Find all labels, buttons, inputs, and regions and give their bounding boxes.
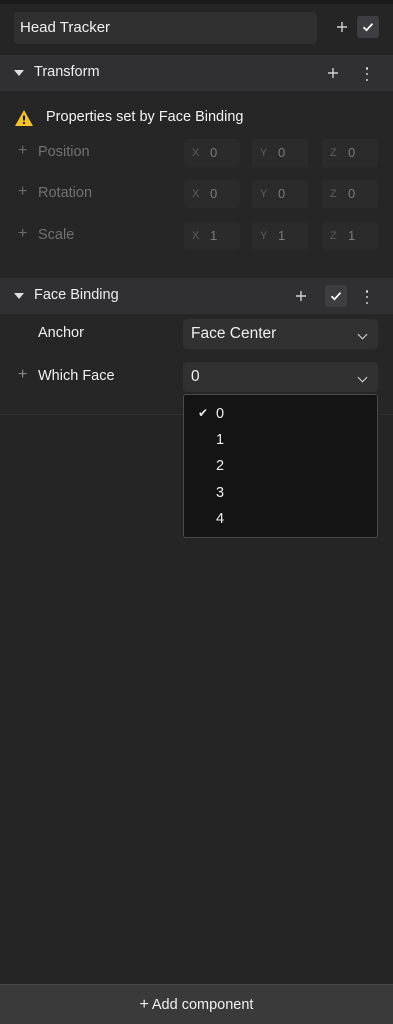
scale-row: + Scale X1 Y1 Z1 xyxy=(0,222,393,250)
rotation-label: Rotation xyxy=(38,185,93,201)
face-binding-more-icon[interactable] xyxy=(365,290,369,304)
object-enabled-checkbox[interactable] xyxy=(357,16,379,38)
object-name-field[interactable]: Head Tracker xyxy=(14,12,317,44)
add-component-button[interactable]: + Add component xyxy=(0,984,393,1024)
menu-option-4[interactable]: 4 xyxy=(184,507,377,533)
which-face-dropdown[interactable]: 0 xyxy=(183,362,378,392)
which-face-menu: ✔ 0 1 2 3 4 xyxy=(183,394,378,538)
plus-icon[interactable]: + xyxy=(18,142,27,160)
scale-x-field[interactable]: X1 xyxy=(184,222,240,250)
checkmark-icon: ✔ xyxy=(198,406,209,420)
transform-more-icon[interactable] xyxy=(365,67,369,81)
menu-option-3[interactable]: 3 xyxy=(184,481,377,507)
checkmark-icon xyxy=(330,292,342,301)
position-x-field[interactable]: X0 xyxy=(184,139,240,167)
face-binding-warning: Properties set by Face Binding xyxy=(14,108,374,128)
face-binding-enabled-checkbox[interactable] xyxy=(325,285,347,307)
chevron-down-icon xyxy=(357,372,368,383)
face-binding-add-icon[interactable] xyxy=(290,285,312,307)
warning-icon xyxy=(15,110,33,126)
face-binding-header[interactable]: Face Binding xyxy=(0,278,393,314)
rotation-row: + Rotation X0 Y0 Z0 xyxy=(0,180,393,208)
chevron-down-icon xyxy=(357,329,368,340)
add-component-label: Add component xyxy=(151,997,254,1013)
collapse-caret-icon[interactable] xyxy=(14,70,24,76)
position-label: Position xyxy=(38,144,90,160)
menu-option-1[interactable]: 1 xyxy=(184,428,377,454)
position-y-field[interactable]: Y0 xyxy=(252,139,308,167)
add-icon[interactable] xyxy=(331,16,353,38)
face-binding-title: Face Binding xyxy=(34,287,119,303)
object-header: Head Tracker xyxy=(0,0,393,48)
which-face-label: Which Face xyxy=(38,368,115,384)
anchor-label: Anchor xyxy=(38,325,84,341)
scale-z-field[interactable]: Z1 xyxy=(322,222,378,250)
position-row: + Position X0 Y0 Z0 xyxy=(0,139,393,167)
menu-option-0[interactable]: ✔ 0 xyxy=(184,402,377,428)
plus-icon[interactable]: + xyxy=(18,183,27,201)
plus-icon[interactable]: + xyxy=(18,225,27,243)
rotation-z-field[interactable]: Z0 xyxy=(322,180,378,208)
transform-header[interactable]: Transform xyxy=(0,55,393,91)
warning-text: Properties set by Face Binding xyxy=(46,109,244,125)
transform-add-icon[interactable] xyxy=(322,62,344,84)
transform-title: Transform xyxy=(34,64,100,80)
rotation-x-field[interactable]: X0 xyxy=(184,180,240,208)
plus-icon[interactable]: + xyxy=(18,366,27,384)
scale-y-field[interactable]: Y1 xyxy=(252,222,308,250)
collapse-caret-icon[interactable] xyxy=(14,293,24,299)
rotation-y-field[interactable]: Y0 xyxy=(252,180,308,208)
checkmark-icon xyxy=(362,23,374,32)
anchor-value: Face Center xyxy=(191,325,277,342)
plus-icon: + xyxy=(139,996,149,1013)
menu-option-2[interactable]: 2 xyxy=(184,454,377,480)
position-z-field[interactable]: Z0 xyxy=(322,139,378,167)
which-face-value: 0 xyxy=(191,368,200,385)
scale-label: Scale xyxy=(38,227,75,243)
anchor-dropdown[interactable]: Face Center xyxy=(183,319,378,349)
